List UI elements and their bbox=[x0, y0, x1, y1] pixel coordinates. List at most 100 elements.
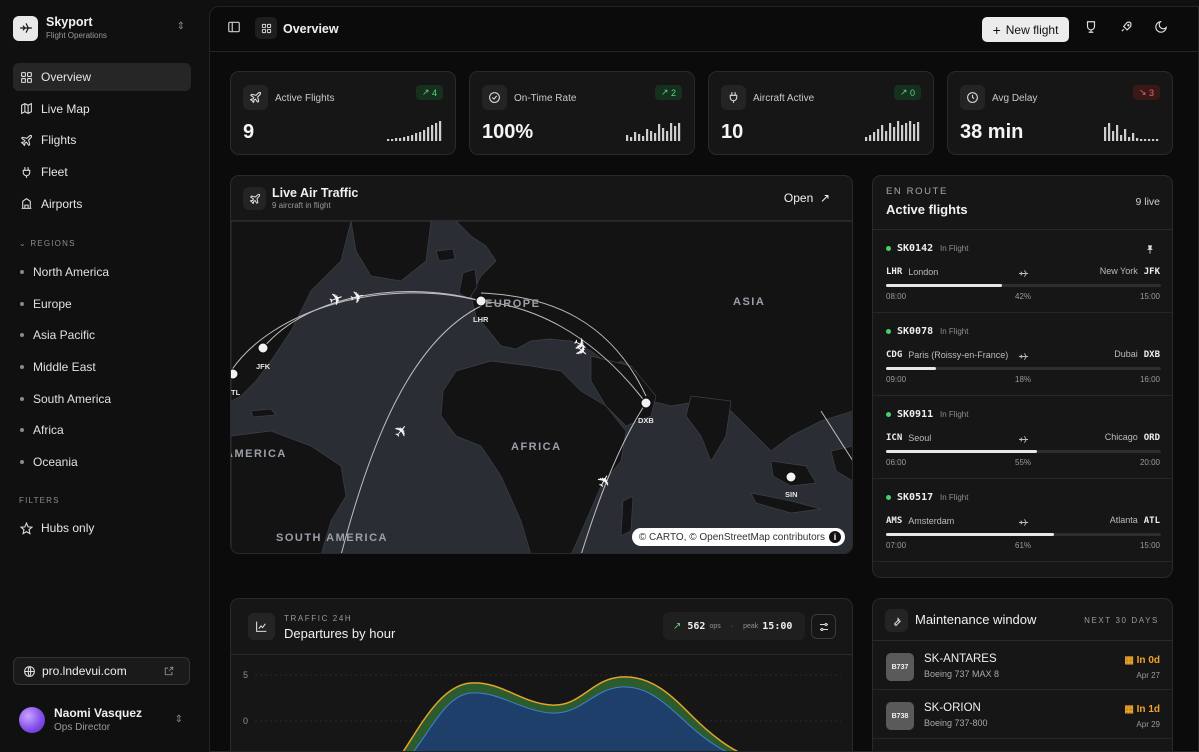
sparkline-bar bbox=[435, 123, 438, 141]
plane-icon bbox=[1018, 266, 1029, 284]
departure-time: 09:00 bbox=[886, 375, 907, 384]
sparkline-bar bbox=[885, 131, 888, 141]
flight-row[interactable]: SK0911 In Flight ICN Seoul Chicago ORD 06:… bbox=[873, 396, 1172, 479]
flight-id: SK0517 bbox=[897, 492, 934, 503]
due-date: Apr 29 bbox=[1136, 720, 1160, 729]
region-label: South America bbox=[33, 391, 112, 406]
nav-item-overview[interactable]: Overview bbox=[13, 63, 191, 91]
sparkline-bar bbox=[877, 129, 880, 141]
flight-row[interactable]: SK0142 In Flight LHR London New York JFK 0… bbox=[873, 230, 1172, 313]
new-flight-button[interactable]: + New flight bbox=[982, 17, 1069, 42]
map-attribution[interactable]: © CARTO, © OpenStreetMap contributors i bbox=[631, 528, 845, 546]
stat-delta-badge: ↘ 3 bbox=[1132, 85, 1160, 100]
region-label: Asia Pacific bbox=[33, 328, 96, 343]
progress-percent: 18% bbox=[1015, 375, 1032, 384]
wrench-icon bbox=[885, 609, 908, 632]
region-middle-east[interactable]: Middle East bbox=[13, 351, 191, 383]
sparkline-bar bbox=[889, 123, 892, 141]
region-south-america[interactable]: South America bbox=[13, 383, 191, 415]
sparkline-bar bbox=[917, 122, 920, 141]
sparkline-bar bbox=[642, 136, 645, 141]
peak-time: 15:00 bbox=[762, 620, 793, 632]
aircraft-type-badge: B738 bbox=[886, 702, 914, 730]
rocket-icon[interactable] bbox=[1119, 20, 1133, 39]
sparkline-bar bbox=[881, 125, 884, 141]
region-label: Europe bbox=[33, 296, 72, 311]
maintenance-row[interactable]: B737 SK-ANTARES Boeing 737 MAX 8 ▦ In 0d… bbox=[873, 641, 1172, 690]
nav-label: Fleet bbox=[41, 165, 68, 180]
filter-hubs-only[interactable]: Hubs only bbox=[13, 514, 191, 542]
sparkline-bar bbox=[399, 138, 402, 141]
region-asia-pacific[interactable]: Asia Pacific bbox=[13, 319, 191, 351]
sparkline-bar bbox=[873, 132, 876, 141]
sparkline-bar bbox=[407, 136, 410, 141]
aircraft-type-badge: B737 bbox=[886, 653, 914, 681]
plane-icon bbox=[1018, 515, 1029, 533]
sparkline-bar bbox=[634, 132, 637, 141]
flight-id: SK0078 bbox=[897, 326, 934, 337]
region-oceania[interactable]: Oceania bbox=[13, 446, 191, 478]
flight-row[interactable]: SK0517 In Flight AMS Amsterdam Atlanta ATL… bbox=[873, 479, 1172, 562]
sparkline-bar bbox=[1156, 139, 1159, 141]
sidebar: Skyport Flight Operations ⇕ Overview Liv… bbox=[0, 0, 208, 752]
sparkline-bar bbox=[869, 135, 872, 141]
chart-settings-button[interactable] bbox=[811, 614, 836, 639]
region-africa[interactable]: Africa bbox=[13, 414, 191, 446]
bullet-icon bbox=[20, 301, 24, 306]
notifications-icon[interactable] bbox=[1084, 20, 1098, 39]
sparkline-bar bbox=[1120, 135, 1123, 141]
flight-map[interactable]: ✈ ✈ ✈ ✈ ✈ ✈ EUROPE ASIA AFRICA AMERICA S… bbox=[231, 220, 852, 553]
sparkline-bar bbox=[391, 139, 394, 141]
user-menu[interactable]: Naomi Vasquez Ops Director ⇕ bbox=[19, 705, 189, 735]
sparkline-bar bbox=[1144, 139, 1147, 141]
nav-item-live-map[interactable]: Live Map bbox=[13, 95, 191, 123]
sidebar-toggle-icon[interactable] bbox=[227, 20, 241, 39]
info-icon[interactable]: i bbox=[829, 531, 841, 543]
sparkline-bar bbox=[666, 131, 669, 141]
destination: New York JFK bbox=[1099, 266, 1160, 277]
sparkline-bar bbox=[905, 123, 908, 141]
map-icon bbox=[21, 102, 32, 115]
pin-icon[interactable] bbox=[1145, 242, 1155, 260]
sparkline bbox=[865, 121, 920, 141]
sparkline-bar bbox=[654, 133, 657, 141]
sparkline-bar bbox=[901, 125, 904, 141]
stat-delta-badge: ↗ 4 bbox=[415, 85, 443, 100]
theme-toggle-icon[interactable] bbox=[1154, 20, 1168, 39]
status-dot bbox=[886, 495, 891, 500]
sparkline-bar bbox=[678, 123, 681, 141]
flight-row[interactable]: SK0078 In Flight CDG Paris (Roissy-en-Fra… bbox=[873, 313, 1172, 396]
region-label: North America bbox=[33, 264, 110, 279]
open-map-button[interactable]: Open ↗ bbox=[784, 191, 830, 205]
sparkline-bar bbox=[638, 134, 641, 141]
workspace-switcher[interactable]: Skyport Flight Operations ⇕ bbox=[13, 15, 193, 41]
sparkline bbox=[1104, 123, 1159, 141]
chevron-updown-icon: ⇕ bbox=[174, 714, 183, 725]
sparkline-bar bbox=[662, 128, 665, 141]
departure-time: 07:00 bbox=[886, 541, 907, 550]
region-europe[interactable]: Europe bbox=[13, 288, 191, 320]
attribution-text: © CARTO, © OpenStreetMap contributors bbox=[638, 531, 825, 543]
stat-card-on-time-rate: On-Time Rate ↗ 2 100% bbox=[469, 71, 695, 155]
button-label: Open bbox=[783, 191, 814, 205]
domain-link[interactable]: pro.lndevui.com bbox=[13, 657, 190, 685]
region-label: Africa bbox=[33, 423, 64, 438]
card-eyebrow: TRAFFIC 24H bbox=[284, 614, 353, 623]
map-canvas: ✈ ✈ ✈ ✈ ✈ ✈ EUROPE ASIA AFRICA AMERICA S… bbox=[231, 221, 852, 553]
region-north-america[interactable]: North America bbox=[13, 256, 191, 288]
nav-item-fleet[interactable]: Fleet bbox=[13, 158, 191, 186]
flight-id: SK0142 bbox=[897, 243, 934, 254]
live-count: 9 live bbox=[1135, 196, 1160, 208]
origin: LHR London bbox=[886, 267, 939, 277]
plane-icon bbox=[1018, 349, 1029, 367]
maintenance-row[interactable]: B738 SK-ORION Boeing 737-800 ▦ In 1d Apr… bbox=[873, 690, 1172, 739]
nav-item-airports[interactable]: Airports bbox=[13, 190, 191, 218]
globe-icon bbox=[24, 665, 35, 677]
sparkline-bar bbox=[1152, 139, 1155, 141]
region-label-america: AMERICA bbox=[231, 448, 287, 460]
nav-item-flights[interactable]: Flights bbox=[13, 126, 191, 154]
y-tick: 0 bbox=[243, 716, 248, 726]
region-label: Oceania bbox=[33, 454, 78, 469]
stat-card-aircraft-active: Aircraft Active ↗ 0 10 bbox=[708, 71, 934, 155]
sparkline-bar bbox=[1140, 139, 1143, 141]
